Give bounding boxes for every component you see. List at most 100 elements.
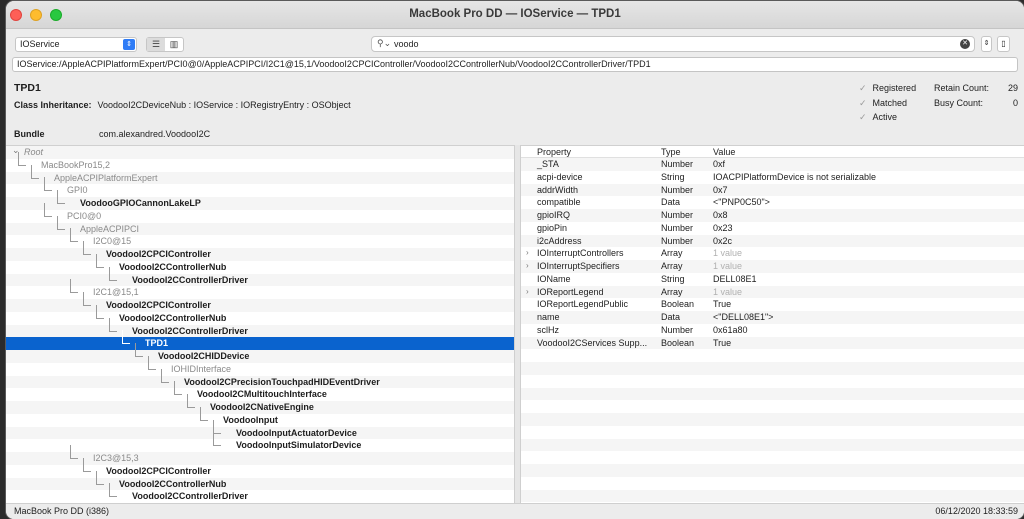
- search-stepper[interactable]: ⇕: [981, 36, 992, 52]
- registry-tree[interactable]: ⌄ Root MacBookPro15,2 AppleACPIPlatformExpe…: [6, 145, 514, 503]
- tree-connector: [96, 304, 104, 319]
- property-row[interactable]: acpi-device String IOACPIPlatformDevice is…: [521, 171, 1024, 184]
- property-row[interactable]: i2cAddress Number 0x2c: [521, 234, 1024, 248]
- tree-row[interactable]: PCI0@0: [6, 202, 514, 223]
- tree-row[interactable]: VoodooInputActuatorDevice: [6, 419, 514, 440]
- tree-connector: [31, 164, 39, 179]
- tree-row[interactable]: VoodooI2CControllerDriver: [6, 317, 514, 338]
- split-divider[interactable]: [514, 145, 521, 503]
- path-field[interactable]: IOService:/AppleACPIPlatformExpert/PCI0@…: [12, 57, 1018, 72]
- property-empty-row: [521, 438, 1024, 452]
- property-row[interactable]: VoodooI2CServices Supp... Boolean True: [521, 336, 1024, 350]
- checkmark-icon: ✓: [859, 97, 867, 108]
- tree-row[interactable]: VoodooI2CControllerDriver: [6, 483, 514, 503]
- bundle-label: Bundle: [14, 129, 45, 139]
- list-view-icon[interactable]: ☰: [147, 38, 165, 51]
- property-name: IOReportLegend: [537, 286, 604, 297]
- tree-row[interactable]: VoodooI2CPCIController: [6, 241, 514, 261]
- property-row[interactable]: IOReportLegendPublic Boolean True: [521, 298, 1024, 311]
- property-column-header[interactable]: Property: [537, 146, 571, 158]
- tree-row[interactable]: VoodooGPIOCannonLakeLP: [6, 190, 514, 210]
- property-row[interactable]: _STA Number 0xf: [521, 158, 1024, 171]
- tree-node-label: I2C1@15,1: [93, 287, 139, 298]
- tree-row[interactable]: ⌄ Root: [6, 146, 514, 159]
- tree-row[interactable]: VoodooI2CControllerNub: [6, 470, 514, 491]
- tree-node-label: MacBookPro15,2: [41, 159, 111, 170]
- bundle-value: com.alexandred.VoodooI2C: [99, 129, 211, 139]
- title-bar: MacBook Pro DD — IOService — TPD1: [6, 1, 1024, 29]
- property-type: Number: [661, 159, 694, 169]
- tree-row[interactable]: VoodooI2CPrecisionTouchpadHIDEventDriver: [6, 368, 514, 389]
- type-column-header[interactable]: Type: [661, 146, 681, 158]
- copy-icon[interactable]: ▯: [997, 36, 1010, 52]
- tree-row[interactable]: VoodooInput: [6, 406, 514, 427]
- clear-search-icon[interactable]: ✕: [960, 39, 970, 49]
- tree-row[interactable]: MacBookPro15,2: [6, 151, 514, 172]
- property-row[interactable]: IOName String DELL08E1: [521, 273, 1024, 286]
- tree-row[interactable]: AppleACPIPCI: [6, 215, 514, 236]
- tree-row[interactable]: GPI0: [6, 177, 514, 197]
- property-row[interactable]: gpioIRQ Number 0x8: [521, 209, 1024, 222]
- flag-matched: ✓ Matched: [859, 97, 908, 108]
- tree-row-selected[interactable]: TPD1: [6, 330, 514, 350]
- tree-connector: [83, 457, 91, 472]
- tree-row[interactable]: AppleACPIPlatformExpert: [6, 164, 514, 185]
- property-row[interactable]: name Data <"DELL08E1">: [521, 311, 1024, 324]
- column-view-icon[interactable]: ▥: [165, 38, 183, 51]
- property-empty-row: [521, 375, 1024, 388]
- tree-row[interactable]: VoodooI2CHIDDevice: [6, 343, 514, 363]
- tree-row[interactable]: VoodooInputSimulatorDevice: [6, 432, 514, 452]
- tree-connector: [161, 368, 169, 383]
- property-row[interactable]: › IOInterruptControllers Array 1 value: [521, 247, 1024, 260]
- tree-row[interactable]: VoodooI2CNativeEngine: [6, 394, 514, 414]
- tree-row[interactable]: IOHIDInterface: [6, 355, 514, 376]
- tree-row[interactable]: VoodooI2CPCIController: [6, 457, 514, 478]
- tree-row[interactable]: VoodooI2CMultitouchInterface: [6, 381, 514, 401]
- tree-connector: [200, 406, 208, 421]
- tree-connector: [96, 470, 104, 485]
- property-empty-row: [521, 464, 1024, 477]
- tree-row[interactable]: VoodooI2CControllerDriver: [6, 266, 514, 287]
- class-inheritance-label: Class Inheritance:: [14, 100, 92, 110]
- checkmark-icon: ✓: [859, 83, 867, 93]
- tree-row[interactable]: VoodooI2CPCIController: [6, 292, 514, 312]
- search-field[interactable]: ⚲⌄ voodo ✕: [371, 36, 975, 52]
- tree-node-label: VoodooInputSimulatorDevice: [236, 440, 362, 451]
- counts: Retain Count: 29 Busy Count: 0: [934, 81, 1018, 110]
- property-row[interactable]: compatible Data <"PNP0C50">: [521, 196, 1024, 209]
- plane-select-value: IOService: [20, 39, 60, 49]
- tree-node-label: I2C3@15,3: [93, 453, 139, 463]
- plane-select[interactable]: IOService ⇕: [15, 37, 137, 52]
- property-value: True: [713, 299, 732, 310]
- properties-table[interactable]: Property Type Value _STA Number 0xf acpi-de…: [521, 145, 1024, 503]
- property-row[interactable]: gpioPin Number 0x23: [521, 222, 1024, 235]
- tree-connector: [135, 343, 143, 357]
- property-value: 0x8: [713, 210, 728, 220]
- expand-chevron-icon[interactable]: ›: [526, 247, 529, 260]
- property-name: IOInterruptSpecifiers: [537, 261, 620, 271]
- property-row[interactable]: › IOReportLegend Array 1 value: [521, 285, 1024, 299]
- tree-node-label: VoodooI2CPCIController: [106, 465, 211, 476]
- property-empty-row: [521, 451, 1024, 464]
- view-mode-control: ☰ ▥: [146, 37, 184, 52]
- tree-row[interactable]: VoodooI2CControllerNub: [6, 304, 514, 325]
- property-empty-row: [521, 426, 1024, 439]
- expand-chevron-icon[interactable]: ›: [526, 286, 529, 299]
- property-row[interactable]: sclHz Number 0x61a80: [521, 324, 1024, 337]
- property-empty-row: [521, 489, 1024, 503]
- value-column-header[interactable]: Value: [713, 146, 735, 158]
- status-timestamp: 06/12/2020 18:33:59: [935, 506, 1018, 516]
- property-row[interactable]: addrWidth Number 0x7: [521, 183, 1024, 197]
- tree-node-label: VoodooI2CPCIController: [106, 300, 211, 310]
- tree-node-label: VoodooI2CControllerDriver: [132, 325, 248, 336]
- property-row[interactable]: › IOInterruptSpecifiers Array 1 value: [521, 260, 1024, 273]
- search-input[interactable]: voodo: [394, 39, 419, 49]
- property-name: _STA: [537, 159, 559, 169]
- tree-row[interactable]: VoodooI2CControllerNub: [6, 253, 514, 274]
- flag-active: ✓ Active: [859, 112, 898, 122]
- property-type: Number: [661, 235, 694, 246]
- bundle-info: Bundle com.alexandred.VoodooI2C: [14, 129, 210, 139]
- tree-connector: [44, 177, 52, 192]
- expand-chevron-icon[interactable]: ›: [526, 260, 529, 273]
- object-title: TPD1: [14, 82, 41, 94]
